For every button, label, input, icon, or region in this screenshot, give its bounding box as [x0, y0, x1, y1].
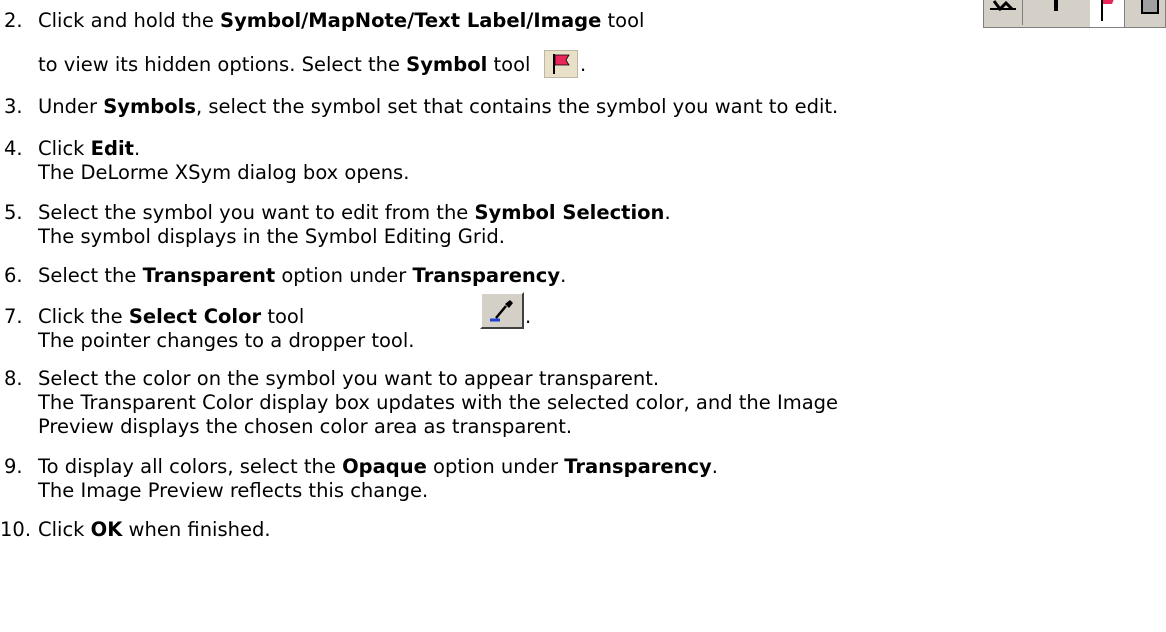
select-color-tool-eyedropper-icon[interactable] [480, 292, 524, 329]
mapnote-pushpin-icon[interactable] [988, 0, 1018, 29]
bold-term: Edit [90, 137, 134, 160]
period: . [580, 53, 587, 76]
step-number: 8. [4, 367, 23, 390]
bold-term: Transparent [142, 264, 276, 287]
step-number: 4. [4, 137, 23, 160]
symbol-flag-pressed-icon[interactable] [1090, 0, 1125, 27]
bold-term: OK [90, 518, 123, 541]
period: . [525, 305, 532, 328]
step-number: 5. [4, 201, 23, 224]
step-number: 10. [0, 518, 32, 541]
step-number: 3. [4, 95, 23, 118]
text-label-icon[interactable] [1042, 0, 1072, 29]
step-text: Click OK when finished. [38, 518, 271, 541]
step-number: 9. [4, 455, 23, 478]
bold-term: Symbol Selection [474, 201, 665, 224]
bold-term: Symbol [406, 53, 488, 76]
bold-term: Symbol/MapNote/Text Label/Image [220, 9, 602, 32]
bold-term: Transparency [412, 264, 561, 287]
step-text: Under Symbols, select the symbol set tha… [38, 95, 839, 118]
step-number: 6. [4, 264, 23, 287]
step-text: Select the Transparent option under Tran… [38, 264, 567, 287]
step-text: Click and hold the Symbol/MapNote/Text L… [38, 9, 645, 32]
bold-term: Select Color [128, 305, 262, 328]
step-text: To display all colors, select the Opaque… [38, 455, 718, 478]
step-text: Select the symbol you want to edit from … [38, 201, 671, 224]
bold-term: Symbols [103, 95, 196, 118]
bold-term: Opaque [342, 455, 427, 478]
symbol-mapnote-textlabel-image-toolbar[interactable] [983, 0, 1166, 28]
symbol-tool-flag-icon[interactable] [544, 50, 578, 78]
step-text: Click the Select Color tool [38, 305, 305, 328]
step-text: to view its hidden options. Select the S… [38, 53, 531, 76]
bold-term: Transparency [564, 455, 712, 478]
step-text: Click Edit. [38, 137, 141, 160]
step-number: 2. [4, 9, 23, 32]
image-icon[interactable] [1132, 0, 1164, 29]
step-number: 7. [4, 305, 23, 328]
